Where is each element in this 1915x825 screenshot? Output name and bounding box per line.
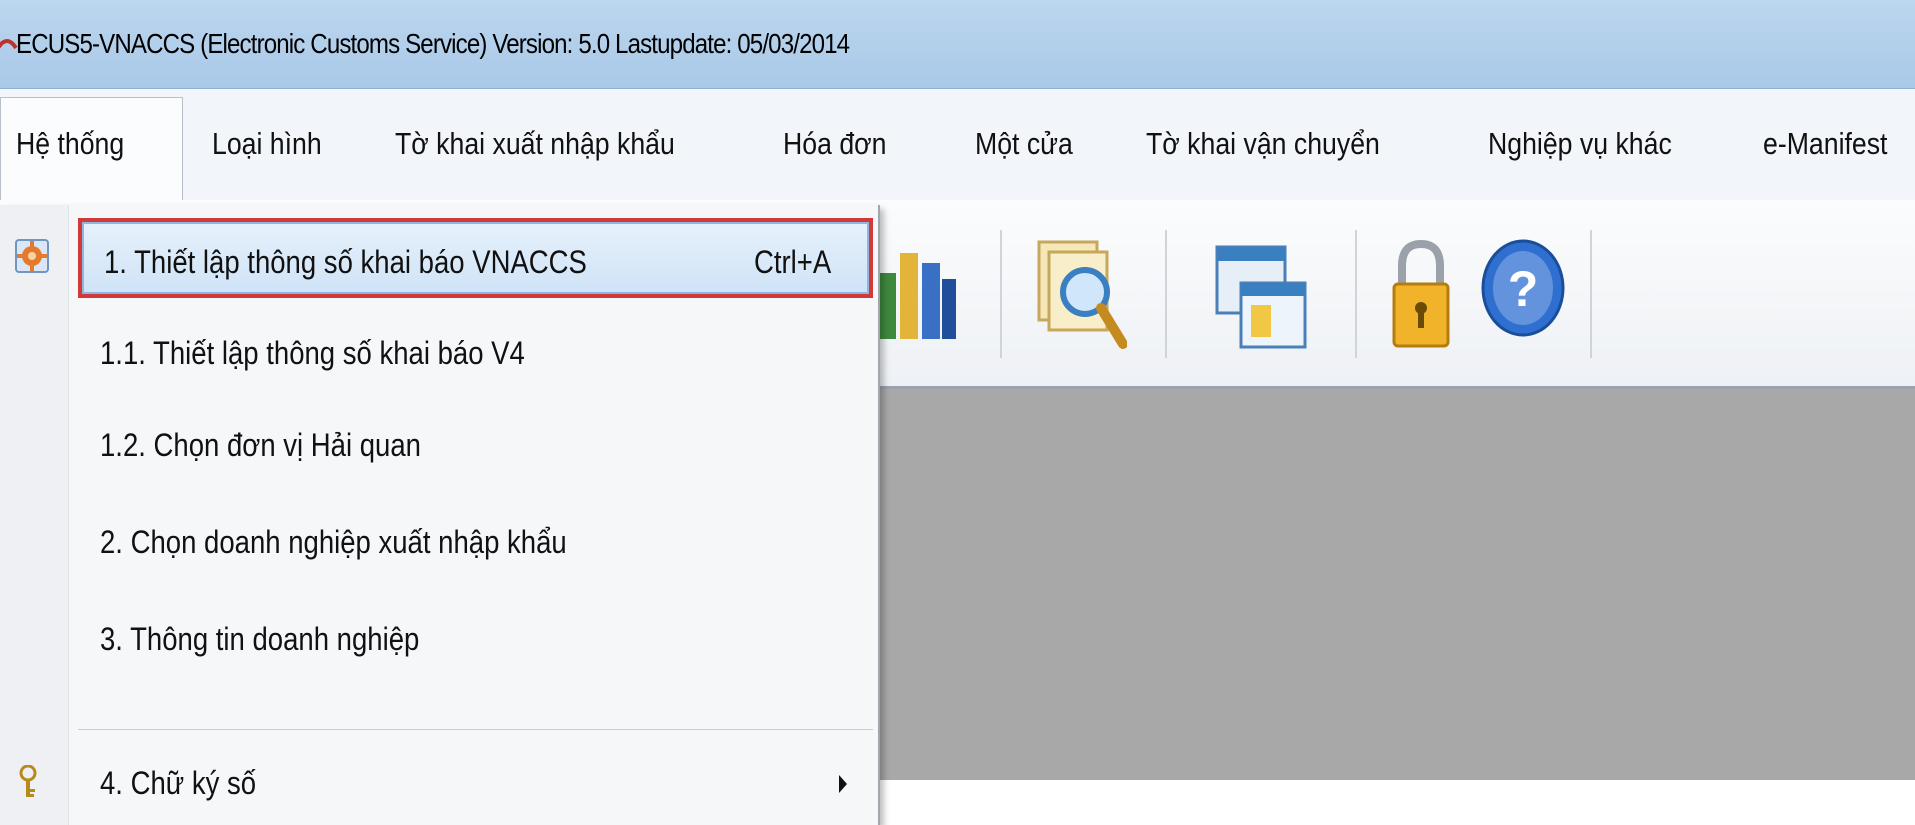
menu-item-chon-don-vi-hai-quan[interactable]: 1.2. Chọn đơn vị Hải quan bbox=[78, 405, 873, 485]
menu-hoa-don[interactable]: Hóa đơn bbox=[783, 115, 886, 173]
menu-to-khai-xnk[interactable]: Tờ khai xuất nhập khẩu bbox=[395, 115, 675, 173]
menu-item-thiet-lap-v4[interactable]: 1.1. Thiết lập thông số khai báo V4 bbox=[78, 313, 873, 393]
menu-to-khai-van-chuyen[interactable]: Tờ khai vận chuyển bbox=[1146, 115, 1380, 173]
toolbar-separator bbox=[1355, 230, 1357, 358]
window-title: ECUS5-VNACCS (Electronic Customs Service… bbox=[16, 28, 850, 59]
key-icon bbox=[19, 765, 37, 797]
toolbar-separator bbox=[1000, 230, 1002, 358]
menu-item-shortcut: Ctrl+A bbox=[754, 244, 832, 280]
submenu-arrow-icon bbox=[839, 775, 847, 793]
settings-gear-icon bbox=[15, 239, 49, 273]
padlock-icon[interactable] bbox=[1392, 238, 1450, 350]
menu-item-thong-tin-doanh-nghiep[interactable]: 3. Thông tin doanh nghiệp bbox=[78, 599, 873, 679]
toolbar-separator bbox=[1590, 230, 1592, 358]
menu-mot-cua[interactable]: Một cửa bbox=[975, 115, 1073, 173]
menu-e-manifest[interactable]: e-Manifest bbox=[1763, 115, 1887, 173]
chart-icon[interactable] bbox=[880, 243, 958, 343]
toolbar-separator bbox=[1165, 230, 1167, 358]
workspace-bottom bbox=[880, 780, 1915, 811]
menu-item-chon-doanh-nghiep[interactable]: 2. Chọn doanh nghiệp xuất nhập khẩu bbox=[78, 502, 873, 582]
he-thong-dropdown: 1. Thiết lập thông số khai báo VNACCS Ct… bbox=[0, 205, 880, 825]
windows-icon[interactable] bbox=[1215, 245, 1307, 350]
document-search-icon[interactable] bbox=[1035, 240, 1127, 352]
menu-loai-hinh[interactable]: Loại hình bbox=[212, 115, 322, 173]
menu-item-label: 3. Thông tin doanh nghiệp bbox=[100, 621, 420, 657]
menu-bar: Hệ thống Loại hình Tờ khai xuất nhập khẩ… bbox=[0, 89, 1915, 201]
menu-item-label: 4. Chữ ký số bbox=[100, 765, 257, 801]
menu-item-chu-ky-so[interactable]: 4. Chữ ký số bbox=[78, 743, 873, 823]
menu-item-label: 2. Chọn doanh nghiệp xuất nhập khẩu bbox=[100, 524, 567, 560]
menu-item-label: 1. Thiết lập thông số khai báo VNACCS bbox=[104, 244, 587, 280]
help-icon[interactable]: ? bbox=[1480, 238, 1566, 338]
title-bar: ECUS5-VNACCS (Electronic Customs Service… bbox=[0, 0, 1915, 89]
svg-text:?: ? bbox=[1508, 261, 1539, 317]
menu-nghiep-vu-khac[interactable]: Nghiệp vụ khác bbox=[1488, 115, 1672, 173]
menu-separator bbox=[78, 729, 873, 730]
menu-item-thiet-lap-vnaccs[interactable]: 1. Thiết lập thông số khai báo VNACCS Ct… bbox=[78, 218, 873, 298]
dropdown-icon-column bbox=[0, 205, 69, 825]
menu-item-label: 1.1. Thiết lập thông số khai báo V4 bbox=[100, 335, 525, 371]
menu-he-thong[interactable]: Hệ thống bbox=[16, 115, 124, 173]
menu-item-label: 1.2. Chọn đơn vị Hải quan bbox=[100, 427, 421, 463]
